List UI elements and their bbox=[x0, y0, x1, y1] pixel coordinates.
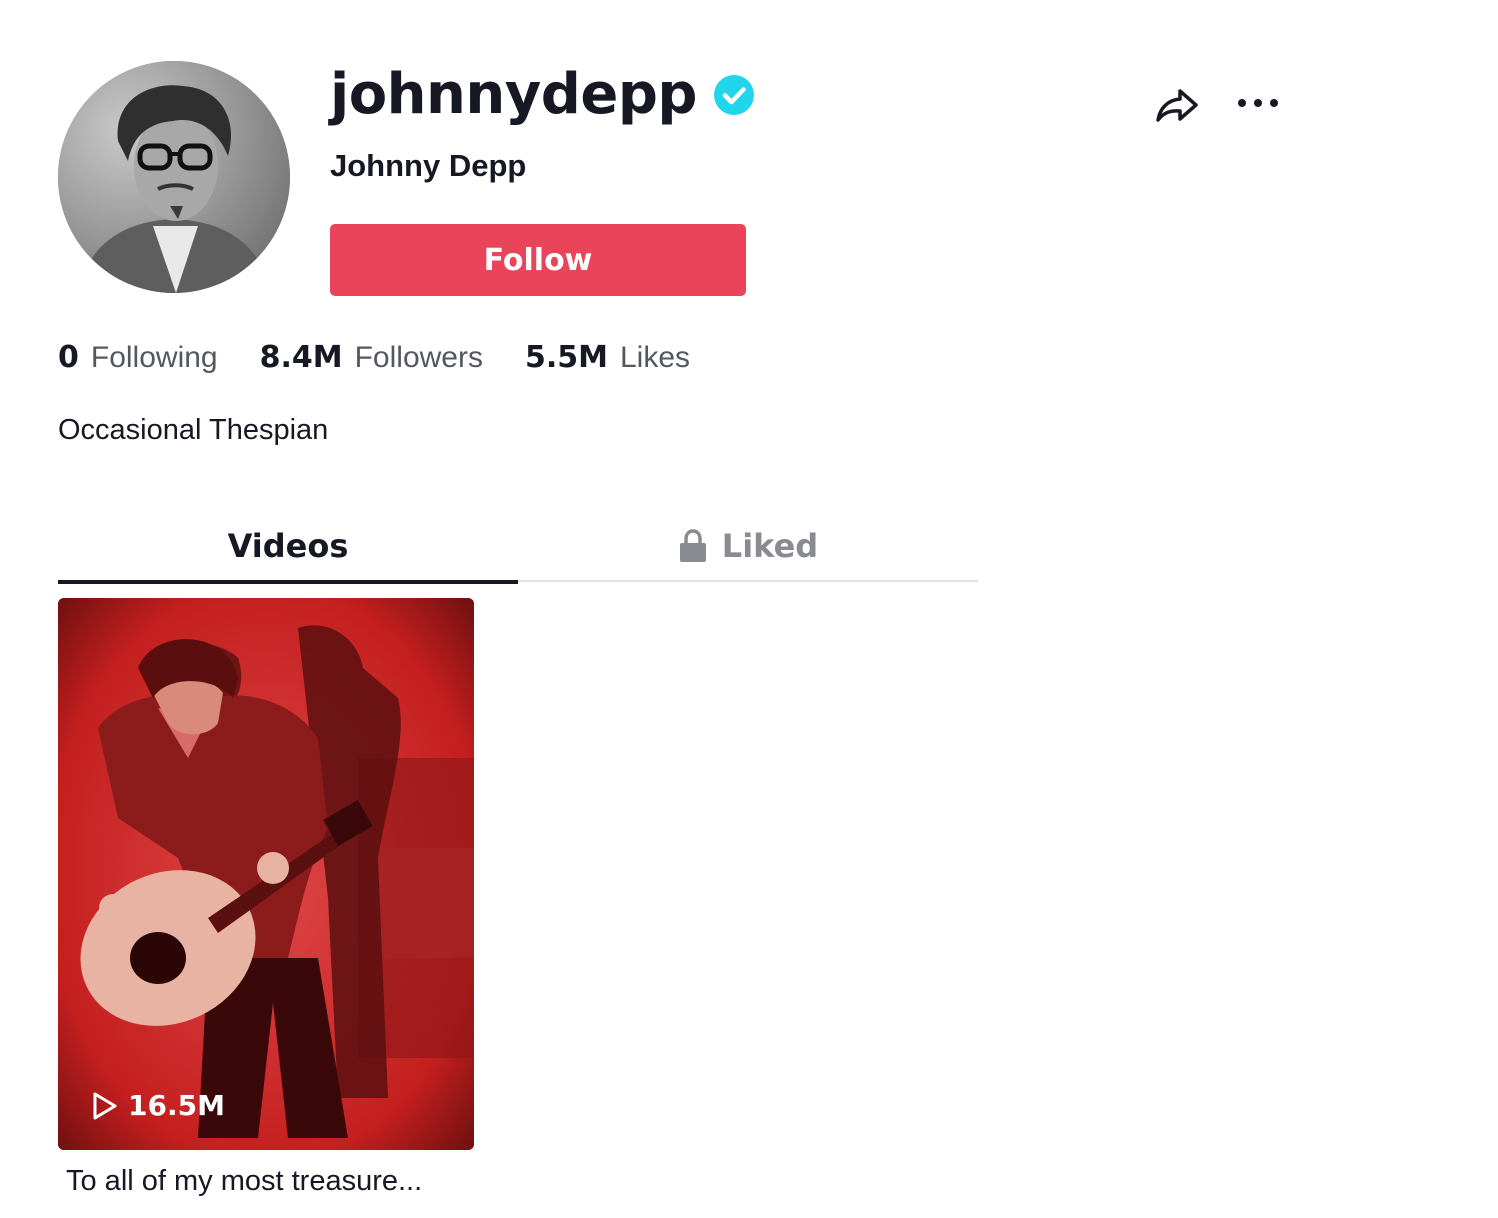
profile-page: johnnydepp Johnny Depp Follow 0 Followin… bbox=[0, 0, 1498, 1218]
lock-icon bbox=[679, 529, 706, 562]
stat-label: Following bbox=[90, 341, 218, 374]
display-name: Johnny Depp bbox=[330, 148, 527, 183]
stat-label: Likes bbox=[619, 341, 691, 374]
avatar[interactable] bbox=[58, 61, 290, 293]
video-thumbnail bbox=[58, 598, 474, 1150]
tab-videos[interactable]: Videos bbox=[58, 510, 518, 584]
profile-tabs: Videos Liked bbox=[58, 510, 978, 584]
profile-stats: 0 Following 8.4M Followers 5.5M Likes bbox=[58, 340, 732, 376]
follow-button[interactable]: Follow bbox=[330, 224, 746, 296]
stat-value: 8.4M bbox=[259, 340, 343, 375]
more-dots-icon[interactable] bbox=[1232, 88, 1284, 118]
stat-value: 0 bbox=[58, 340, 79, 375]
verified-check-icon bbox=[714, 75, 755, 115]
username: johnnydepp bbox=[330, 62, 698, 127]
video-views-count: 16.5M bbox=[128, 1089, 225, 1122]
tab-liked[interactable]: Liked bbox=[518, 510, 978, 582]
stat-label: Followers bbox=[354, 341, 483, 374]
profile-bio: Occasional Thespian bbox=[58, 414, 329, 446]
share-arrow-icon[interactable] bbox=[1152, 80, 1202, 128]
video-caption[interactable]: To all of my most treasure... bbox=[66, 1164, 476, 1199]
stat-value: 5.5M bbox=[524, 340, 608, 375]
video-views: 16.5M bbox=[92, 1089, 225, 1122]
profile-photo bbox=[58, 61, 290, 293]
stat-following[interactable]: 0 Following bbox=[58, 340, 218, 376]
stat-followers[interactable]: 8.4M Followers bbox=[260, 340, 483, 376]
tab-videos-label: Videos bbox=[227, 527, 349, 565]
stat-likes: 5.5M Likes bbox=[525, 340, 690, 376]
play-icon bbox=[93, 1092, 117, 1119]
tab-liked-label: Liked bbox=[721, 527, 819, 565]
video-card[interactable]: 16.5M bbox=[58, 598, 474, 1150]
username-row: johnnydepp bbox=[330, 56, 755, 134]
